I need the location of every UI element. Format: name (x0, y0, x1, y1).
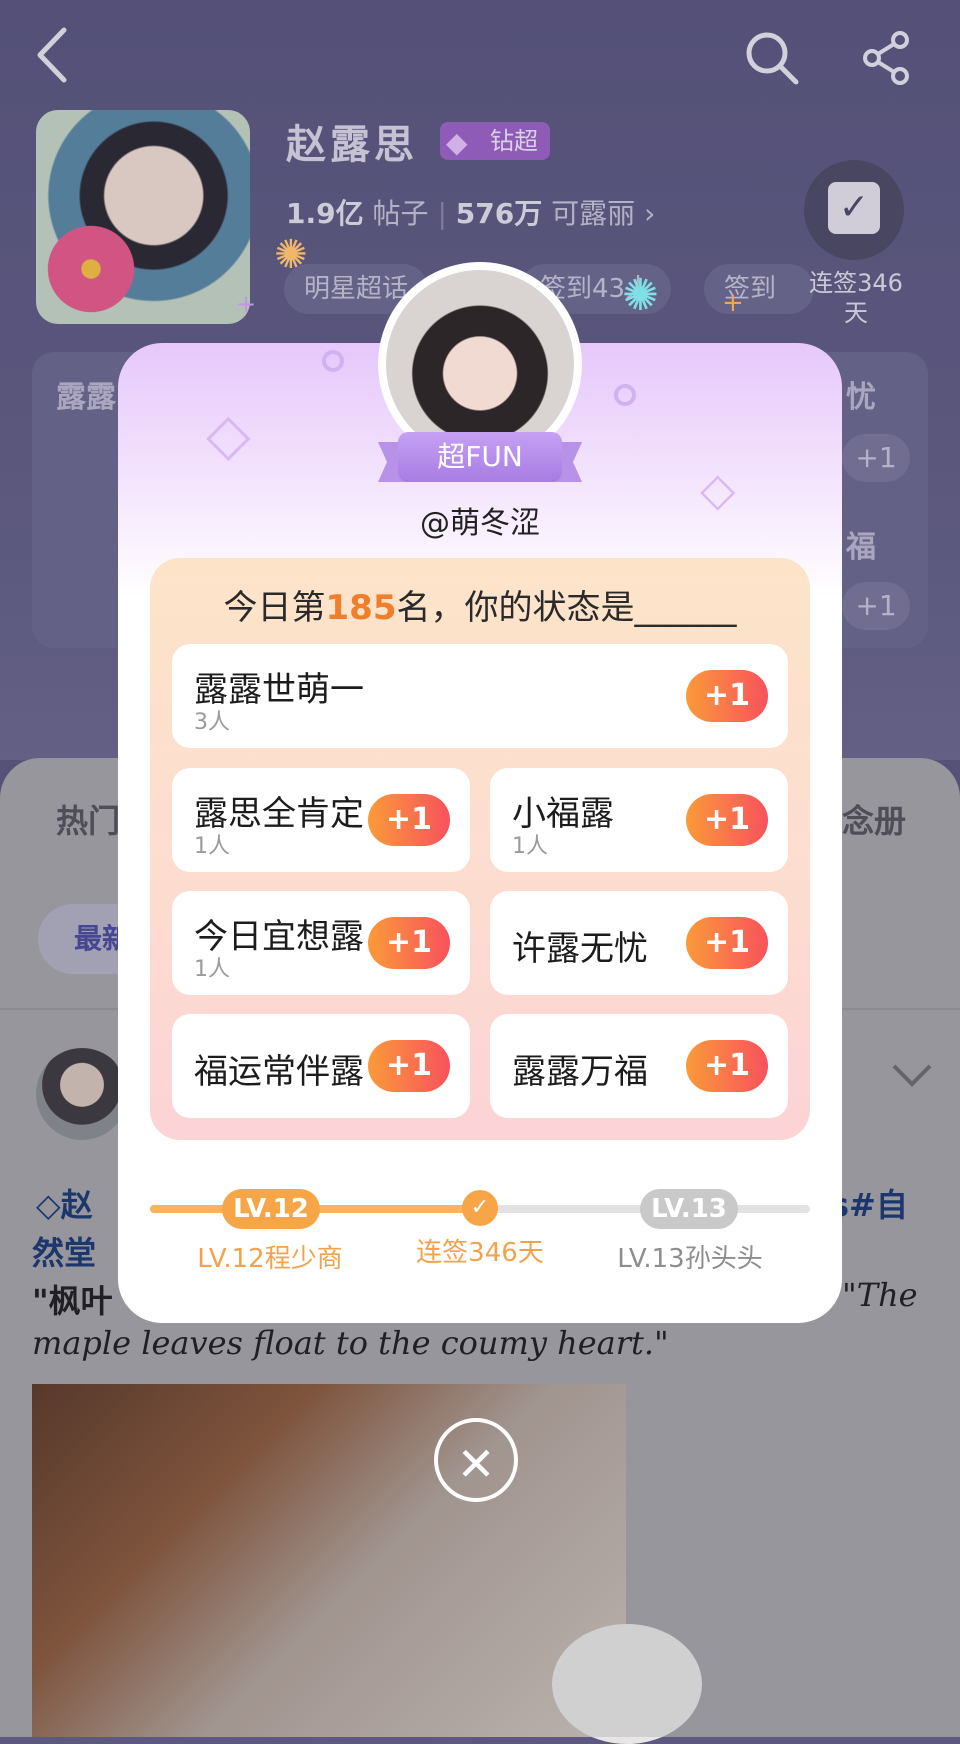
rank-number: 185 (325, 588, 397, 628)
status-option-label: 福运常伴露 (194, 1052, 364, 1092)
ribbon-label: 超FUN (398, 432, 562, 482)
status-option-1[interactable]: 露思全肯定 1人 +1 (172, 768, 470, 872)
question-suffix: 名，你的状态是______ (396, 588, 737, 628)
plus-one-button[interactable]: +1 (686, 794, 768, 846)
username: @萌冬涩 (420, 506, 540, 541)
sparkle-icon: ✺ (274, 232, 308, 278)
plus-one-button[interactable]: +1 (686, 670, 768, 722)
current-level-badge: LV.12 (222, 1189, 320, 1229)
current-level-caption: LV.12程少商 (197, 1244, 343, 1274)
next-level-badge: LV.13 (640, 1189, 738, 1229)
streak-caption: 连签346天 (416, 1238, 544, 1268)
status-option-0[interactable]: 露露世萌一 3人 +1 (172, 644, 788, 748)
status-option-count: 1人 (194, 834, 230, 859)
plus-one-button[interactable]: +1 (686, 917, 768, 969)
plus-one-button[interactable]: +1 (368, 1040, 450, 1092)
status-option-5[interactable]: 福运常伴露 +1 (172, 1014, 470, 1118)
question-prefix: 今日第 (223, 588, 326, 628)
plus-one-button[interactable]: +1 (686, 1040, 768, 1092)
status-question: 今日第185名，你的状态是______ (150, 580, 810, 629)
status-option-label: 露露万福 (512, 1052, 648, 1092)
status-option-label: 许露无忧 (512, 929, 648, 969)
sparkle-icon: ✺ (622, 270, 659, 321)
check-icon: ✓ (462, 1190, 498, 1226)
plus-one-button[interactable]: +1 (368, 794, 450, 846)
status-option-4[interactable]: 许露无忧 +1 (490, 891, 788, 995)
status-option-count: 3人 (194, 710, 230, 735)
next-level-caption: LV.13孙头头 (617, 1244, 763, 1274)
ring-decoration (614, 384, 636, 406)
status-option-3[interactable]: 今日宜想露 1人 +1 (172, 891, 470, 995)
status-option-2[interactable]: 小福露 1人 +1 (490, 768, 788, 872)
sparkle-icon: + (722, 288, 744, 318)
diamond-decoration-icon: ◇ (206, 400, 251, 468)
ribbon-badge: 超FUN (378, 432, 582, 486)
close-icon[interactable]: ✕ (434, 1418, 518, 1502)
status-option-count: 1人 (194, 957, 230, 982)
ring-decoration (322, 350, 344, 372)
status-option-count: 1人 (512, 834, 548, 859)
plus-one-button[interactable]: +1 (368, 917, 450, 969)
status-option-6[interactable]: 露露万福 +1 (490, 1014, 788, 1118)
